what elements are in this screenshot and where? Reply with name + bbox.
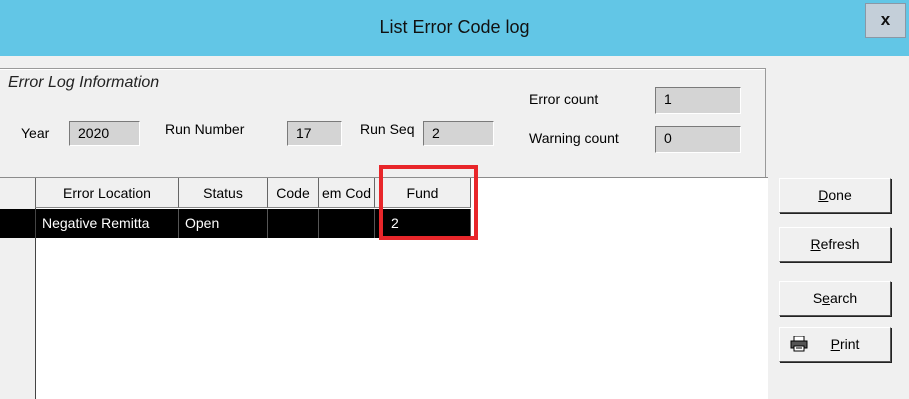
run-number-label: Run Number (165, 121, 245, 137)
column-header-code[interactable]: Code (268, 178, 319, 208)
cell-status[interactable]: Open (179, 209, 268, 238)
column-header-item-code[interactable]: em Cod (319, 178, 375, 208)
cell-item-code[interactable] (319, 209, 375, 238)
printer-icon (790, 336, 808, 352)
refresh-button[interactable]: Refresh (779, 227, 891, 262)
search-button[interactable]: Search (779, 281, 891, 316)
title-bar: List Error Code log x (0, 0, 909, 56)
cell-error-location[interactable]: Negative Remitta (36, 209, 179, 238)
cell-code[interactable] (268, 209, 319, 238)
fund-highlight-box (379, 165, 478, 240)
error-count-label: Error count (529, 91, 599, 107)
error-count-field[interactable]: 1 (655, 87, 741, 114)
run-seq-field[interactable]: 2 (423, 121, 494, 146)
print-button[interactable]: Print (779, 327, 891, 362)
group-caption: Error Log Information (8, 74, 163, 92)
year-field[interactable]: 2020 (69, 121, 140, 146)
column-header-error-location[interactable]: Error Location (36, 178, 179, 208)
close-button[interactable]: x (865, 3, 906, 38)
run-seq-label: Run Seq (360, 121, 415, 137)
window-title: List Error Code log (379, 17, 530, 37)
done-button[interactable]: Done (779, 178, 891, 213)
column-header-status[interactable]: Status (179, 178, 268, 208)
year-label: Year (21, 125, 50, 141)
run-number-field[interactable]: 17 (287, 121, 342, 146)
row-selector[interactable] (0, 209, 35, 238)
warning-count-field[interactable]: 0 (655, 126, 741, 153)
warning-count-label: Warning count (529, 130, 619, 146)
